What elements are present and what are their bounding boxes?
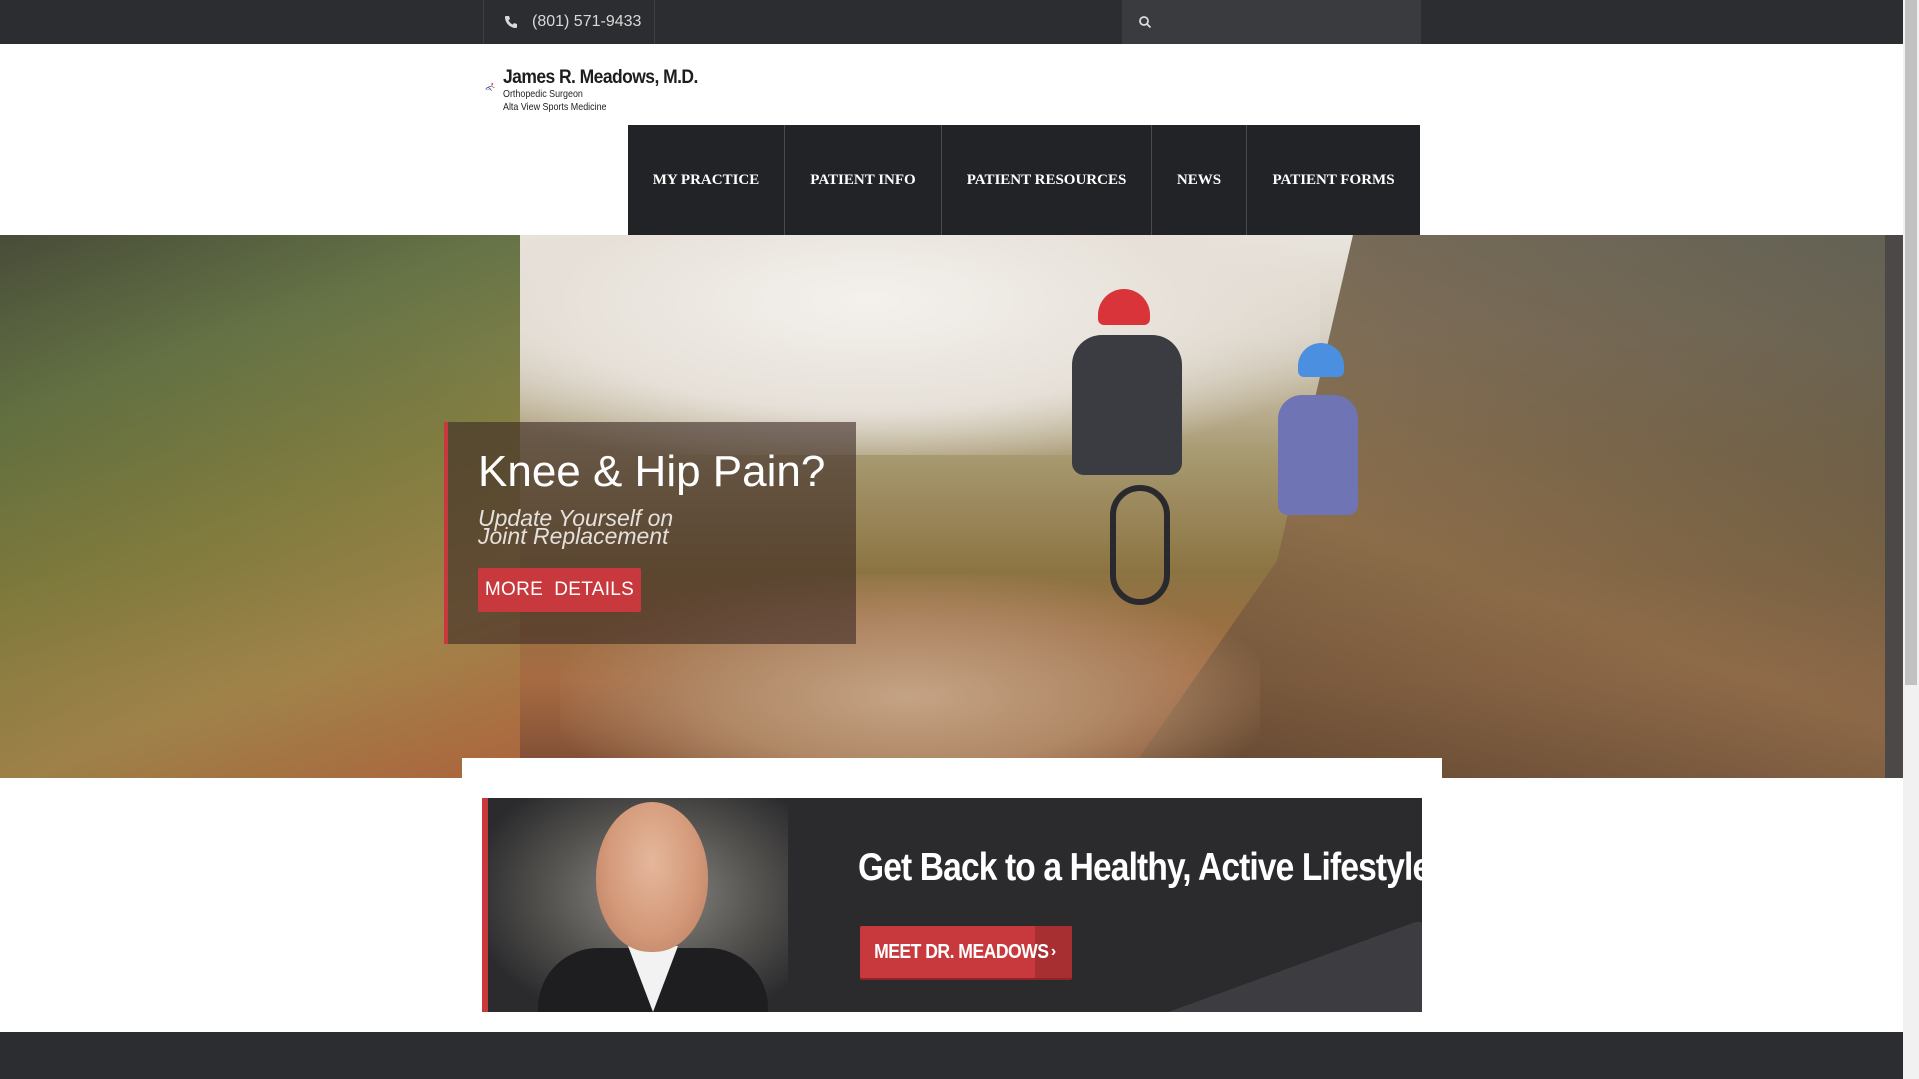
scrollbar-thumb[interactable] [1905,0,1917,685]
hero-banner: Knee & Hip Pain? Update Yourself on Join… [0,235,1885,778]
site-logo[interactable]: James R. Meadows, M.D. Orthopedic Surgeo… [485,68,715,120]
nav-patient-info[interactable]: PATIENT INFO [785,125,942,235]
hero-title: Knee & Hip Pain? [478,447,826,496]
nav-patient-resources[interactable]: PATIENT RESOURCES [942,125,1152,235]
hero-subtitle-line2: Joint Replacement [478,523,669,549]
footer [0,1032,1903,1079]
nav-my-practice[interactable]: MY PRACTICE [628,125,785,235]
phone-link[interactable]: (801) 571-9433 [483,0,655,44]
content-top-strip [462,758,1442,778]
nav-patient-forms[interactable]: PATIENT FORMS [1247,125,1420,235]
more-details-button[interactable]: MORE DETAILS [478,568,641,612]
top-bar: (801) 571-9433 [0,0,1903,44]
hero-edge [1885,235,1903,778]
meet-dr-meadows-button[interactable]: MEET DR. MEADOWS › [860,926,1072,978]
feature-title: Get Back to a Healthy, Active Lifestyle [858,846,1422,889]
logo-subtitle-2: Alta View Sports Medicine [503,101,607,113]
search-icon[interactable] [1138,15,1152,29]
hero-subtitle: Update Yourself on Joint Replacement [478,507,798,549]
meet-dr-meadows-label: MEET DR. MEADOWS [874,940,1049,963]
phone-number: (801) 571-9433 [532,13,642,30]
page-scrollbar[interactable] [1903,0,1919,1079]
hero-promo-box: Knee & Hip Pain? Update Yourself on Join… [444,422,856,644]
phone-icon [505,16,517,28]
cyclist-body [1072,335,1182,475]
hero-trees [0,235,520,778]
main-nav: MY PRACTICE PATIENT INFO PATIENT RESOURC… [628,125,1420,235]
runner-logo-icon [485,83,495,91]
meet-doctor-feature: Get Back to a Healthy, Active Lifestyle … [482,798,1422,1012]
child-body [1278,395,1358,515]
search-box[interactable] [1122,0,1421,44]
doctor-portrait [488,798,788,1012]
logo-name: James R. Meadows, M.D. [503,67,699,88]
search-input[interactable] [1162,12,1412,32]
cyclist-bike [1110,485,1170,605]
decorative-diagonal [1162,922,1422,1012]
portrait-face [596,802,708,952]
logo-subtitle-1: Orthopedic Surgeon [503,88,584,100]
nav-news[interactable]: NEWS [1152,125,1247,235]
